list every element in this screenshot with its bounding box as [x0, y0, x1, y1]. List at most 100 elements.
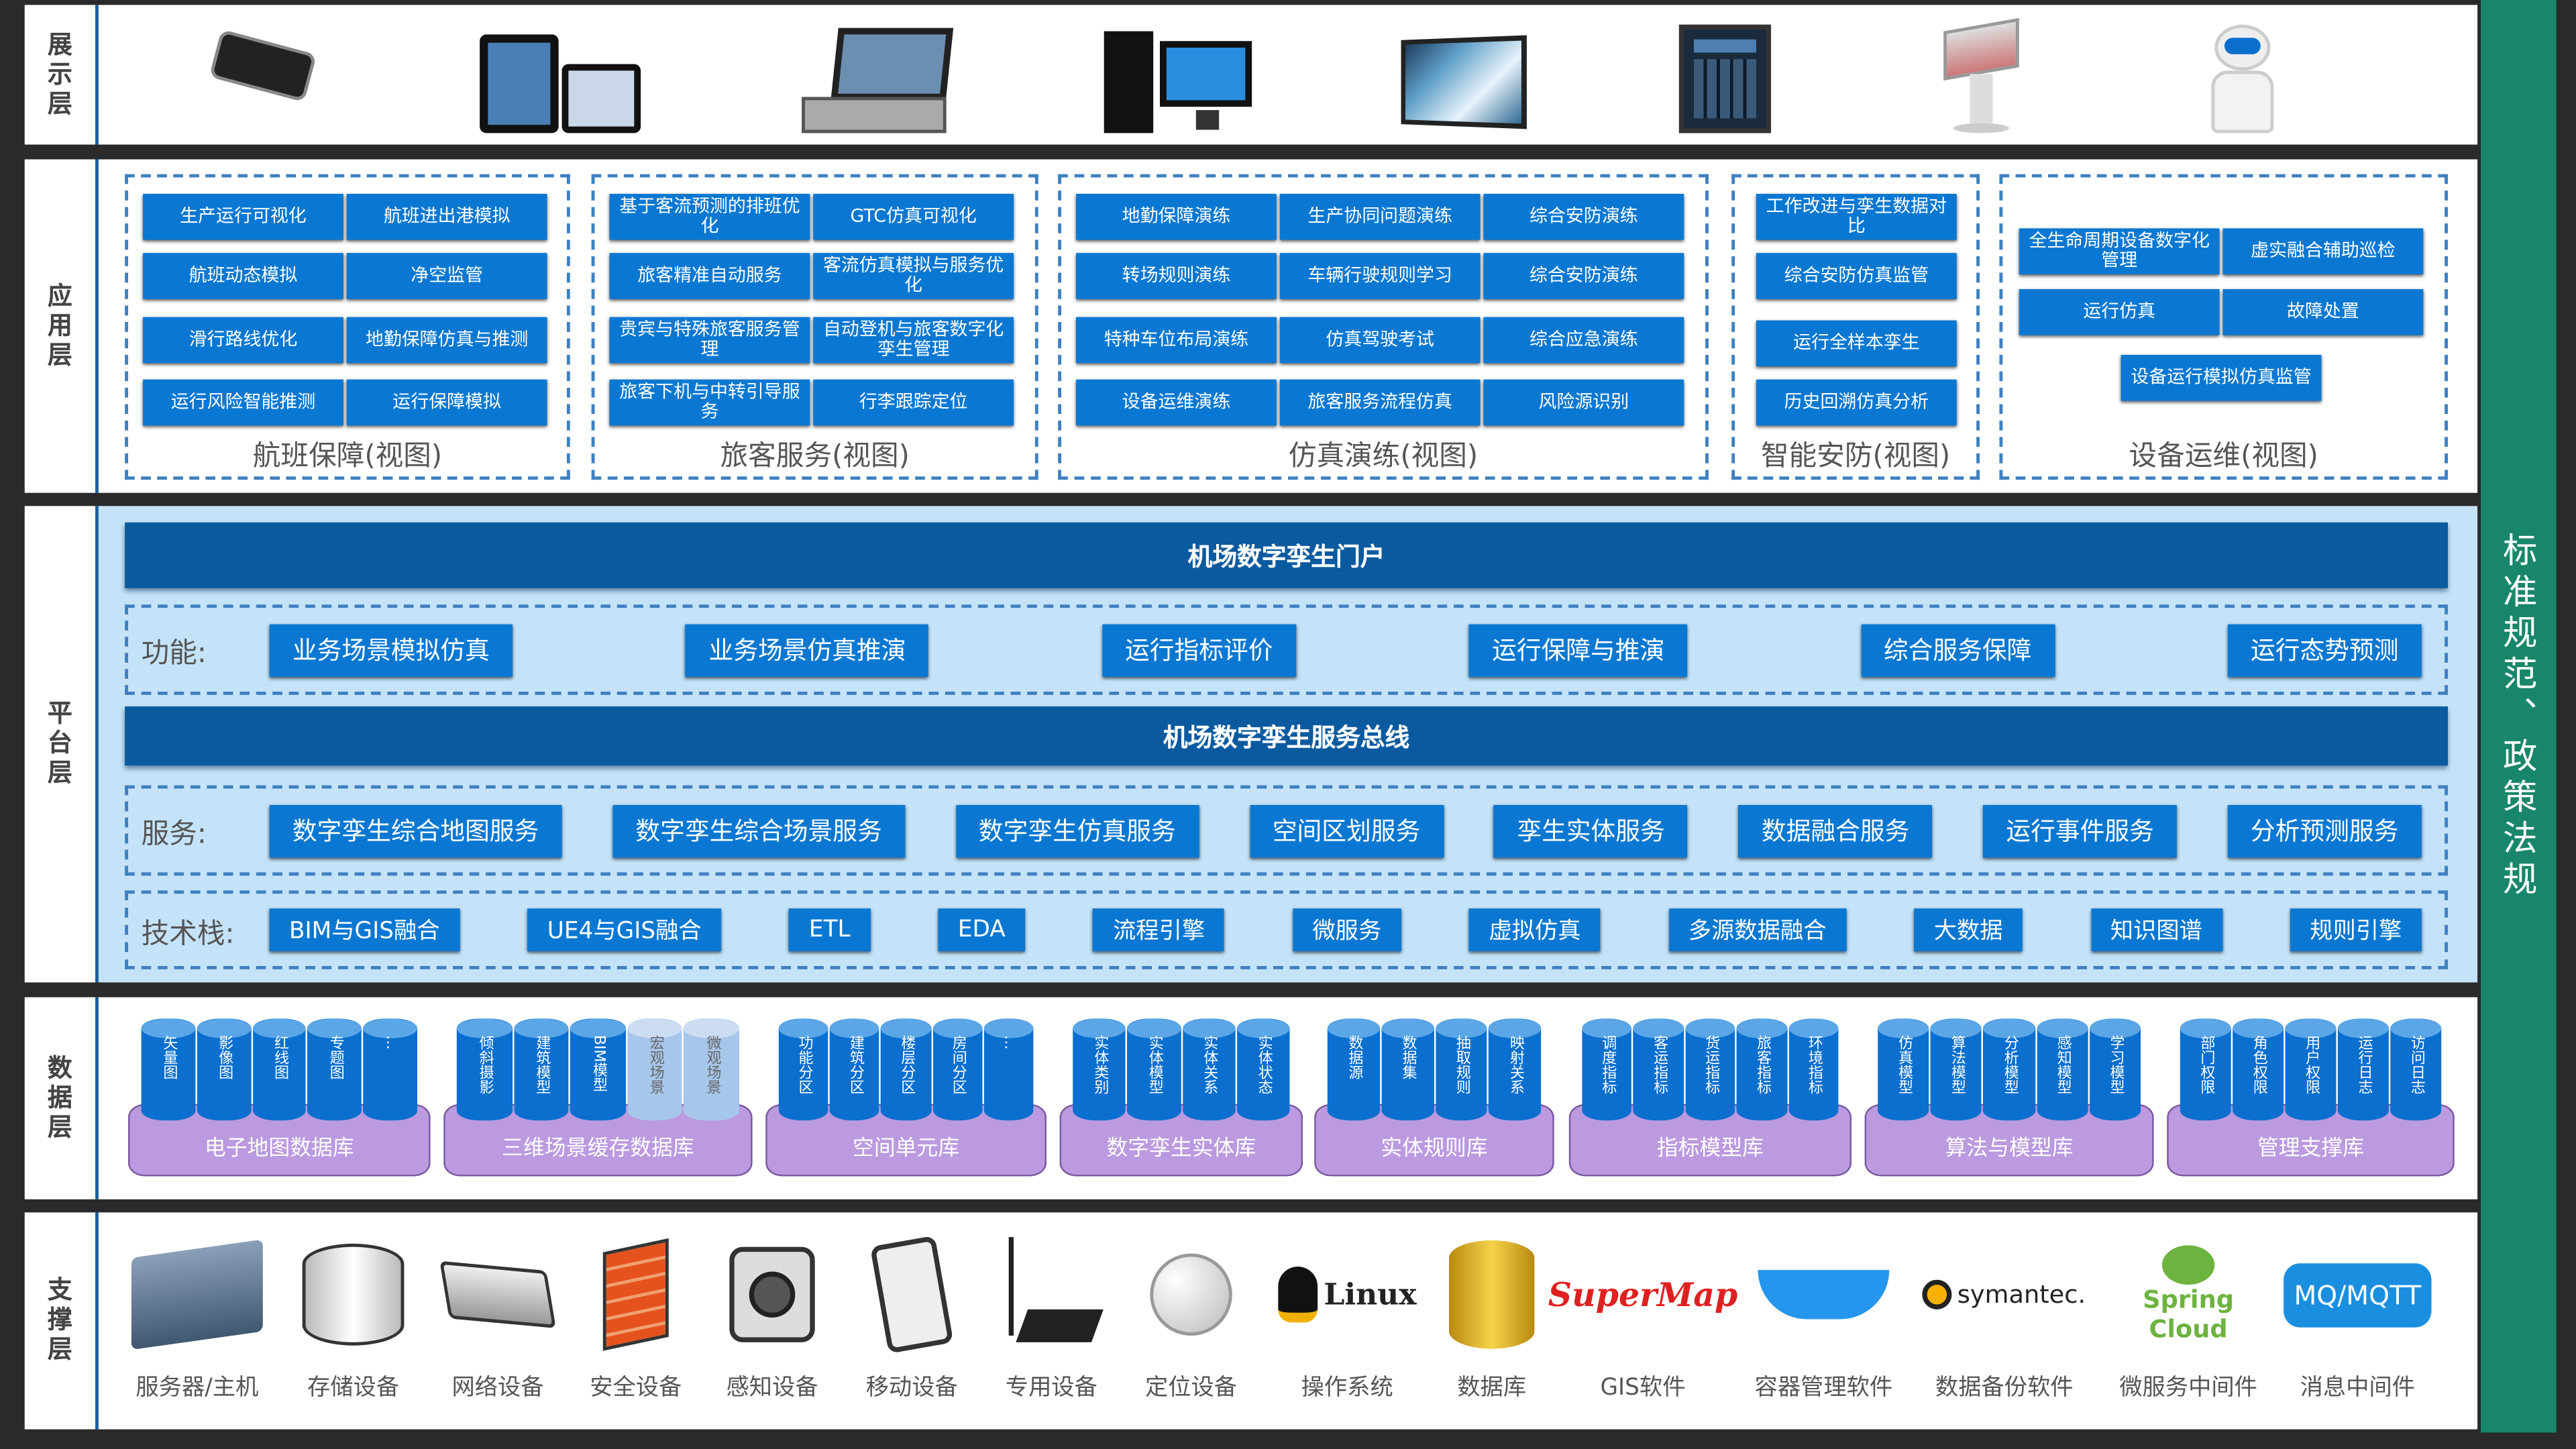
- app-function-button[interactable]: 综合安防演练: [1483, 193, 1684, 240]
- app-function-button[interactable]: 运行全样本孪生: [1756, 320, 1957, 367]
- service-button[interactable]: 运行事件服务: [1983, 804, 2178, 857]
- tech-stack-button[interactable]: BIM与GIS融合: [269, 908, 460, 951]
- app-function-button[interactable]: 航班动态模拟: [143, 253, 343, 299]
- app-function-button[interactable]: 自动登机与旅客数字化孪生管理: [813, 317, 1014, 364]
- app-function-button[interactable]: 全生命周期设备数字化管理: [2019, 228, 2220, 274]
- digital-twin-portal[interactable]: 机场数字孪生门户: [125, 522, 2449, 588]
- collection-cylinder[interactable]: 功能分区: [778, 1018, 829, 1121]
- function-button[interactable]: 运行保障与推演: [1468, 623, 1688, 676]
- app-function-button[interactable]: GTC仿真可视化: [813, 193, 1014, 240]
- tech-stack-button[interactable]: 规则引擎: [2290, 908, 2422, 951]
- app-function-button[interactable]: 故障处置: [2222, 289, 2424, 335]
- app-function-button[interactable]: 运行风险智能推测: [143, 379, 343, 426]
- app-function-button[interactable]: 旅客服务流程仿真: [1279, 379, 1481, 426]
- collection-cylinder[interactable]: 部门权限: [2180, 1018, 2231, 1121]
- app-function-button[interactable]: 地勤保障演练: [1076, 193, 1277, 240]
- collection-cylinder[interactable]: 建筑模型: [513, 1018, 569, 1121]
- tech-stack-button[interactable]: 知识图谱: [2090, 908, 2222, 951]
- tech-stack-button[interactable]: 微服务: [1292, 908, 1401, 951]
- collection-cylinder[interactable]: 学习模型: [2089, 1018, 2141, 1121]
- service-button[interactable]: 空间区划服务: [1249, 804, 1444, 857]
- collection-cylinder[interactable]: 实体模型: [1127, 1018, 1181, 1121]
- tech-stack-button[interactable]: 多源数据融合: [1668, 908, 1846, 951]
- collection-cylinder[interactable]: 算法模型: [1931, 1018, 1982, 1121]
- app-function-button[interactable]: 综合安防仿真监管: [1756, 253, 1957, 299]
- collection-cylinder[interactable]: 分析模型: [1983, 1018, 2035, 1121]
- collection-cylinder[interactable]: 微观场景: [684, 1018, 739, 1121]
- collection-cylinder[interactable]: 宏观场景: [627, 1018, 683, 1121]
- collection-cylinder[interactable]: 数据集: [1381, 1018, 1434, 1121]
- app-function-button[interactable]: 运行仿真: [2019, 289, 2220, 335]
- collection-cylinder[interactable]: 映射关系: [1489, 1018, 1542, 1121]
- collection-cylinder[interactable]: 矢量图: [141, 1018, 195, 1121]
- collection-cylinder[interactable]: 房间分区: [932, 1018, 983, 1121]
- collection-cylinder[interactable]: 角色权限: [2233, 1018, 2284, 1121]
- app-function-button[interactable]: 行李跟踪定位: [813, 379, 1014, 426]
- tech-stack-button[interactable]: ETL: [789, 908, 871, 951]
- app-function-button[interactable]: 综合应急演练: [1483, 317, 1684, 364]
- collection-cylinder[interactable]: 用户权限: [2285, 1018, 2337, 1121]
- service-button[interactable]: 孪生实体服务: [1494, 804, 1688, 857]
- app-function-button[interactable]: 滑行路线优化: [143, 317, 343, 364]
- app-function-button[interactable]: 工作改进与孪生数据对比: [1756, 193, 1957, 240]
- collection-cylinder[interactable]: 实体关系: [1182, 1018, 1236, 1121]
- app-function-button[interactable]: 历史回溯仿真分析: [1756, 379, 1957, 426]
- collection-cylinder[interactable]: 影像图: [197, 1018, 251, 1121]
- collection-cylinder[interactable]: 倾斜摄影: [456, 1018, 513, 1121]
- tech-stack-button[interactable]: EDA: [938, 908, 1026, 951]
- app-function-button[interactable]: 虚实融合辅助巡检: [2222, 228, 2424, 274]
- app-function-button[interactable]: 贵宾与特殊旅客服务管理: [609, 317, 810, 364]
- collection-cylinder[interactable]: 实体类别: [1073, 1018, 1126, 1121]
- app-function-button[interactable]: 生产运行可视化: [143, 193, 343, 240]
- app-function-button[interactable]: 旅客精准自动服务: [609, 253, 810, 299]
- app-function-button[interactable]: 仿真驾驶考试: [1279, 317, 1481, 364]
- service-button[interactable]: 数字孪生综合场景服务: [612, 804, 906, 857]
- collection-cylinder[interactable]: BIM模型: [570, 1018, 626, 1121]
- collection-cylinder[interactable]: 客运指标: [1633, 1018, 1684, 1121]
- app-function-button[interactable]: 基于客流预测的排班优化: [609, 193, 810, 240]
- collection-cylinder[interactable]: 红线图: [252, 1018, 307, 1121]
- collection-cylinder[interactable]: 抽取规则: [1435, 1018, 1487, 1121]
- service-button[interactable]: 分析预测服务: [2227, 804, 2422, 857]
- function-button[interactable]: 运行指标评价: [1102, 623, 1296, 676]
- app-function-button[interactable]: 风险源识别: [1483, 379, 1684, 426]
- app-function-button[interactable]: 综合安防演练: [1483, 253, 1684, 299]
- collection-cylinder[interactable]: 专题图: [307, 1018, 362, 1121]
- function-button[interactable]: 业务场景仿真推演: [686, 623, 929, 676]
- app-function-button[interactable]: 生产协同问题演练: [1279, 193, 1481, 240]
- collection-cylinder[interactable]: 运行日志: [2337, 1018, 2389, 1121]
- app-function-button[interactable]: 航班进出港模拟: [346, 193, 547, 240]
- app-function-button[interactable]: 运行保障模拟: [346, 379, 547, 426]
- service-button[interactable]: 数据融合服务: [1738, 804, 1933, 857]
- service-button[interactable]: 数字孪生综合地图服务: [269, 804, 562, 857]
- app-function-button[interactable]: 净空监管: [346, 253, 547, 299]
- collection-cylinder[interactable]: 实体状态: [1236, 1018, 1291, 1121]
- collection-cylinder[interactable]: 感知模型: [2036, 1018, 2088, 1121]
- collection-cylinder[interactable]: 仿真模型: [1878, 1018, 1930, 1121]
- app-function-button[interactable]: 设备运行模拟仿真监管: [2121, 354, 2322, 401]
- service-button[interactable]: 数字孪生仿真服务: [955, 804, 1199, 857]
- collection-cylinder[interactable]: 环境指标: [1788, 1018, 1839, 1121]
- digital-twin-service-bus[interactable]: 机场数字孪生服务总线: [125, 706, 2449, 766]
- app-function-button[interactable]: 旅客下机与中转引导服务: [609, 379, 810, 426]
- app-function-button[interactable]: 客流仿真模拟与服务优化: [813, 253, 1014, 299]
- tech-stack-button[interactable]: 虚拟仿真: [1469, 908, 1601, 951]
- app-function-button[interactable]: 设备运维演练: [1076, 379, 1277, 426]
- tech-stack-button[interactable]: 流程引擎: [1093, 908, 1225, 951]
- tech-stack-button[interactable]: UE4与GIS融合: [527, 908, 722, 951]
- collection-cylinder[interactable]: 访问日志: [2390, 1018, 2442, 1121]
- collection-cylinder[interactable]: 旅客指标: [1737, 1018, 1788, 1121]
- app-function-button[interactable]: 地勤保障仿真与推测: [346, 317, 547, 364]
- collection-cylinder[interactable]: …: [983, 1018, 1034, 1121]
- collection-cylinder[interactable]: 调度指标: [1582, 1018, 1633, 1121]
- app-function-button[interactable]: 转场规则演练: [1076, 253, 1277, 299]
- collection-cylinder[interactable]: 楼层分区: [881, 1018, 932, 1121]
- function-button[interactable]: 综合服务保障: [1860, 623, 2055, 676]
- collection-cylinder[interactable]: …: [363, 1018, 418, 1121]
- function-button[interactable]: 业务场景模拟仿真: [269, 623, 513, 676]
- tech-stack-button[interactable]: 大数据: [1914, 908, 2023, 951]
- collection-cylinder[interactable]: 数据源: [1327, 1018, 1380, 1121]
- function-button[interactable]: 运行态势预测: [2227, 623, 2422, 676]
- app-function-button[interactable]: 车辆行驶规则学习: [1279, 253, 1481, 299]
- collection-cylinder[interactable]: 建筑分区: [830, 1018, 880, 1121]
